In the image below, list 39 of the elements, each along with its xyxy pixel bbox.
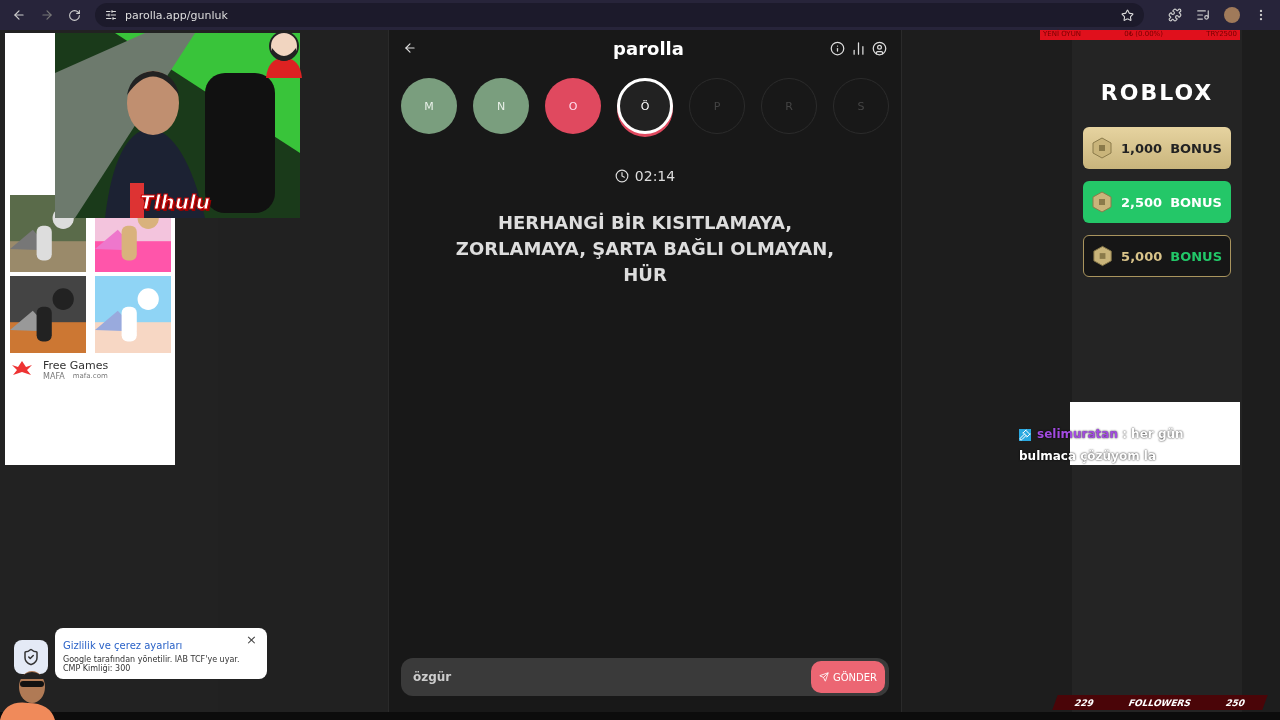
forward-icon[interactable] (40, 8, 54, 22)
coin-icon (1092, 245, 1114, 267)
site-settings-icon[interactable] (105, 9, 117, 21)
letter-circle: N (473, 78, 529, 134)
profile-icon[interactable] (872, 40, 887, 56)
bonus-offer[interactable]: 5,000 BONUS (1083, 235, 1231, 277)
bookmark-icon[interactable] (1121, 8, 1134, 22)
followers-count: 229 (1073, 697, 1096, 708)
privacy-button[interactable] (14, 640, 48, 674)
timer-text: 02:14 (634, 168, 676, 184)
send-icon (818, 672, 829, 682)
bonus-offer[interactable]: 1,000 BONUS (1083, 127, 1231, 169)
profile-avatar-icon[interactable] (1224, 7, 1240, 23)
back-icon[interactable] (12, 8, 26, 22)
letter-circle: O (545, 78, 601, 134)
extensions-icon[interactable] (1168, 8, 1182, 22)
followers-goal: 250 (1224, 697, 1247, 708)
clock-icon (614, 169, 629, 183)
cookie-title[interactable]: Gizlilik ve çerez ayarları (63, 640, 183, 651)
address-text[interactable]: parolla.app/gunluk (125, 8, 228, 22)
ad-logo: ROBLOX (1100, 80, 1214, 105)
info-icon[interactable] (830, 40, 845, 56)
question-text: HERHANGİ BİR KISITLAMAYA, ZORLAMAYA, ŞARTA BAĞLI OLMAYAN, HÜR (455, 211, 835, 287)
ad-title[interactable]: Free Games (43, 359, 109, 372)
coin-icon (1091, 137, 1113, 159)
stats-icon[interactable] (851, 40, 866, 56)
ad-brand: MAFA (43, 372, 65, 381)
shield-icon (22, 648, 40, 666)
coin-icon (1091, 191, 1113, 213)
back-icon[interactable] (403, 41, 417, 55)
answer-field[interactable]: özgür GÖNDER (401, 658, 889, 696)
app-title: parolla (613, 37, 684, 59)
cookie-text: Google tarafından yönetilir. IAB TCF'ye uyar. CMP Kimliği: 300 (63, 655, 241, 673)
media-icon[interactable] (1196, 8, 1210, 22)
letter-circle: M (401, 78, 457, 134)
reload-icon[interactable] (68, 8, 81, 22)
letter-circle: Ö (617, 78, 673, 134)
close-button[interactable]: × (246, 632, 257, 647)
followers-label: FOLLOWERS (1127, 697, 1193, 708)
